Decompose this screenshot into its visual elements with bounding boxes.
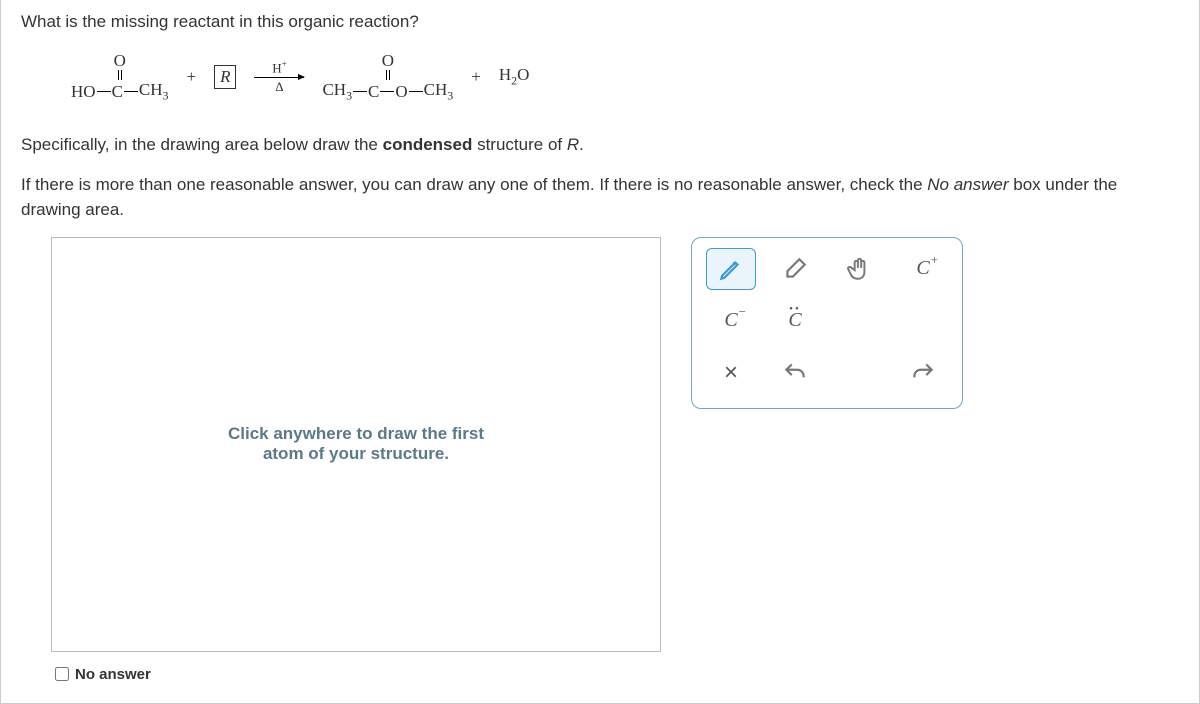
instruction-line-2: If there is more than one reasonable ans… [21,172,1179,223]
pencil-tool[interactable] [706,248,756,290]
close-icon: × [724,359,738,387]
hand-icon [846,256,872,282]
drawing-toolbar: C+ C− •• C × [691,237,963,409]
redo-icon [910,360,936,386]
reagent-top: H+ [272,59,287,76]
drawing-placeholder: Click anywhere to draw the first atom of… [228,424,484,464]
instruction-line-1: Specifically, in the drawing area below … [21,132,1179,158]
molecule-acetic-acid: O HO C CH3 [71,52,168,102]
drawing-canvas[interactable]: Click anywhere to draw the first atom of… [51,237,661,652]
missing-reactant-box: R [214,65,236,89]
double-bond [386,69,390,81]
pencil-icon [718,256,744,282]
close-tool[interactable]: × [706,352,756,394]
atom-o: O [114,52,126,69]
bond [353,91,367,92]
cminus-tool[interactable]: C− [706,300,756,342]
plus-sign: + [471,67,481,87]
undo-icon [782,360,808,386]
atom-ch3: CH3 [424,81,454,102]
no-answer-row[interactable]: No answer [55,666,661,683]
no-answer-checkbox[interactable] [55,667,69,681]
atom-ch3: CH3 [139,81,169,102]
atom-o: O [395,83,407,100]
bond [124,91,138,92]
cdots-tool[interactable]: •• C [770,300,820,342]
eraser-icon [782,256,808,282]
reagent-bottom: Δ [275,79,283,95]
redo-tool[interactable] [898,352,948,394]
molecule-water: H2O [499,65,530,88]
question-text: What is the missing reactant in this org… [21,12,1179,32]
molecule-ester: O CH3 C O CH3 [322,52,453,102]
atom-ch3: CH3 [322,81,352,102]
bond [97,91,111,92]
atom-ho: HO [71,83,96,100]
cplus-tool[interactable]: C+ [898,248,948,290]
plus-sign: + [186,67,196,87]
reaction-equation: O HO C CH3 + R H+ Δ O CH3 C [71,52,1179,102]
bond [409,91,423,92]
atom-o: O [382,52,394,69]
undo-tool[interactable] [770,352,820,394]
double-bond [118,69,122,81]
atom-c: C [368,83,379,100]
reaction-arrow: H+ Δ [254,59,304,95]
cplus-label: C [916,257,929,280]
hand-tool[interactable] [834,248,884,290]
eraser-tool[interactable] [770,248,820,290]
cminus-label: C [724,309,737,332]
bond [380,91,394,92]
atom-c: C [112,83,123,100]
no-answer-label: No answer [75,666,151,683]
